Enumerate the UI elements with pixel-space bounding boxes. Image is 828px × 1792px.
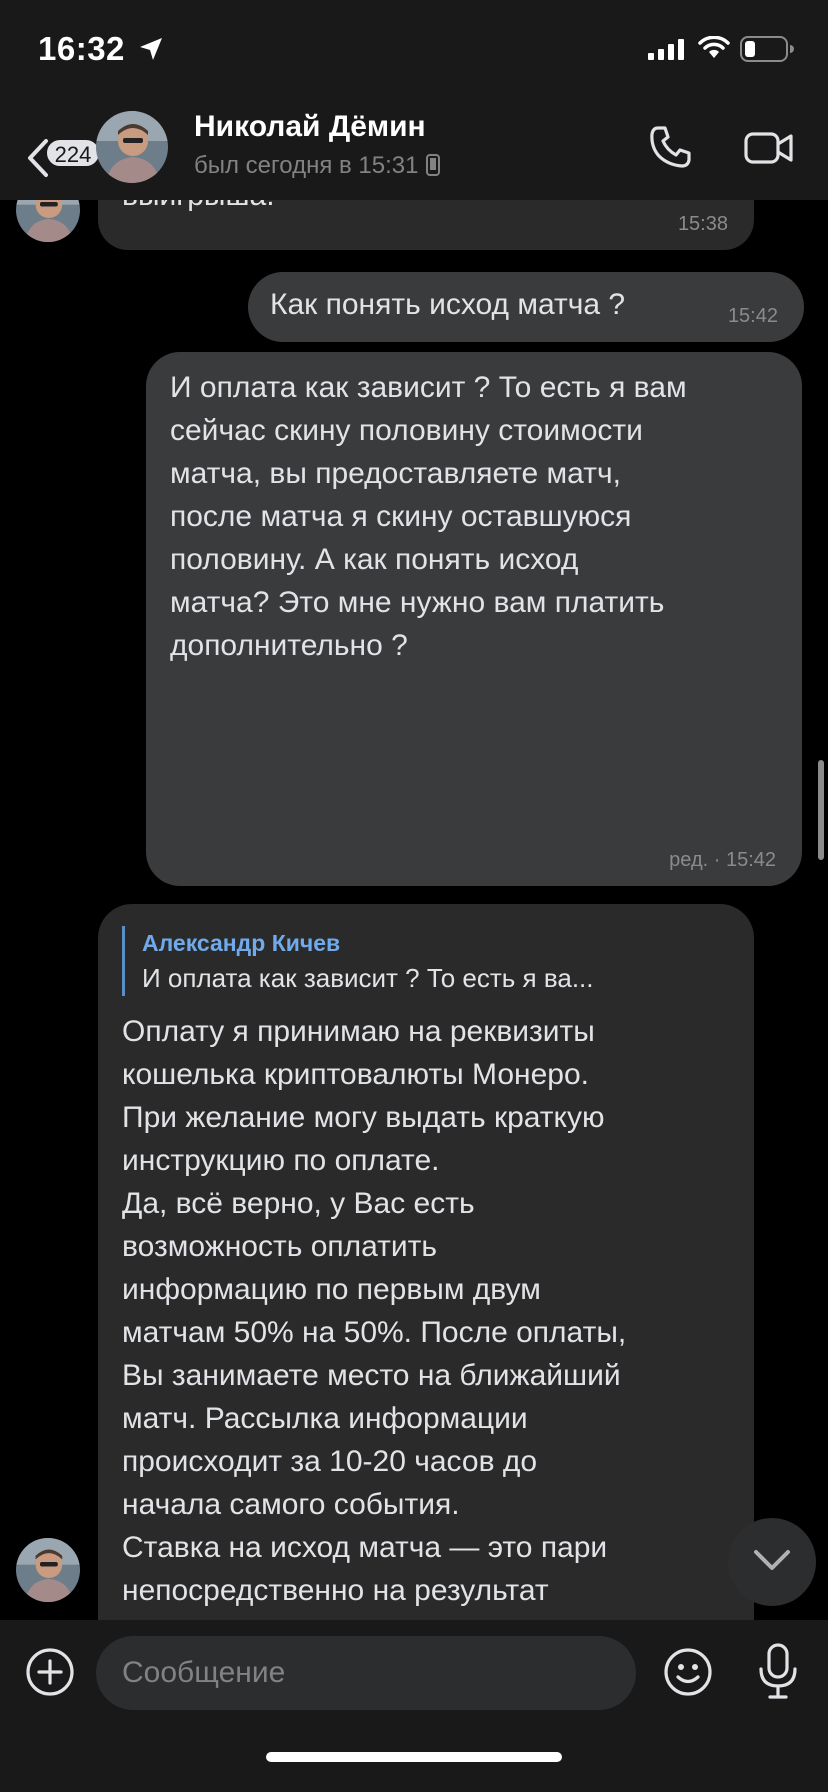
status-time: 16:32 bbox=[38, 30, 125, 67]
status-bar: 16:32 bbox=[0, 0, 828, 100]
chat-header: 224 Николай Дёмин был сегодня в 15:31 bbox=[0, 100, 828, 200]
message-bubble-outgoing[interactable]: Как понять исход матча ? 15:42 bbox=[248, 272, 804, 342]
last-seen-status: был сегодня в 15:31 bbox=[194, 152, 441, 183]
phone-icon[interactable] bbox=[648, 124, 694, 175]
wifi-icon bbox=[698, 35, 730, 65]
plus-circle-icon[interactable] bbox=[24, 1646, 76, 1703]
sender-avatar[interactable] bbox=[16, 1538, 80, 1602]
message-text: Как понять исход матча ? bbox=[270, 288, 626, 321]
message-list[interactable]: выигрыша. 15:38 Как понять исход матча ?… bbox=[0, 200, 828, 1620]
home-indicator[interactable] bbox=[266, 1752, 562, 1762]
mobile-device-icon bbox=[426, 154, 441, 183]
scroll-down-button[interactable] bbox=[728, 1518, 816, 1606]
contact-avatar[interactable] bbox=[96, 111, 168, 183]
message-bubble-incoming[interactable]: Александр Кичев И оплата как зависит ? Т… bbox=[98, 904, 754, 1620]
location-arrow-icon bbox=[138, 36, 164, 67]
sender-avatar[interactable] bbox=[16, 200, 80, 242]
reply-text: И оплата как зависит ? То есть я ва... bbox=[142, 963, 594, 993]
video-camera-icon[interactable] bbox=[744, 130, 794, 171]
smile-icon[interactable] bbox=[662, 1646, 714, 1703]
message-time: 15:38 bbox=[677, 213, 728, 235]
scroll-indicator[interactable] bbox=[818, 760, 824, 860]
reply-quote[interactable]: Александр Кичев И оплата как зависит ? Т… bbox=[122, 926, 730, 996]
last-seen-text: был сегодня в 15:31 bbox=[194, 152, 419, 179]
message-input[interactable]: Сообщение bbox=[96, 1636, 636, 1710]
microphone-icon[interactable] bbox=[756, 1642, 800, 1707]
message-text: выигрыша. bbox=[122, 200, 275, 217]
back-button[interactable]: 224 bbox=[20, 126, 101, 186]
contact-name[interactable]: Николай Дёмин bbox=[194, 110, 426, 144]
message-bubble-incoming[interactable]: выигрыша. 15:38 bbox=[98, 200, 754, 250]
unread-badge: 224 bbox=[45, 138, 101, 168]
battery-icon bbox=[740, 36, 794, 67]
chevron-down-icon bbox=[754, 1550, 790, 1570]
message-composer: Сообщение bbox=[0, 1620, 828, 1792]
reply-author: Александр Кичев bbox=[142, 930, 341, 956]
message-text: И оплата как зависит ? То есть я вам сей… bbox=[170, 371, 687, 662]
message-bubble-outgoing[interactable]: И оплата как зависит ? То есть я вам сей… bbox=[146, 352, 802, 886]
message-text: Оплату я принимаю на реквизиты кошелька … bbox=[122, 1015, 627, 1620]
signal-bars-icon bbox=[648, 38, 686, 65]
message-time: 15:42 bbox=[727, 305, 778, 327]
message-time-edited: ред. · 15:42 bbox=[669, 849, 776, 871]
